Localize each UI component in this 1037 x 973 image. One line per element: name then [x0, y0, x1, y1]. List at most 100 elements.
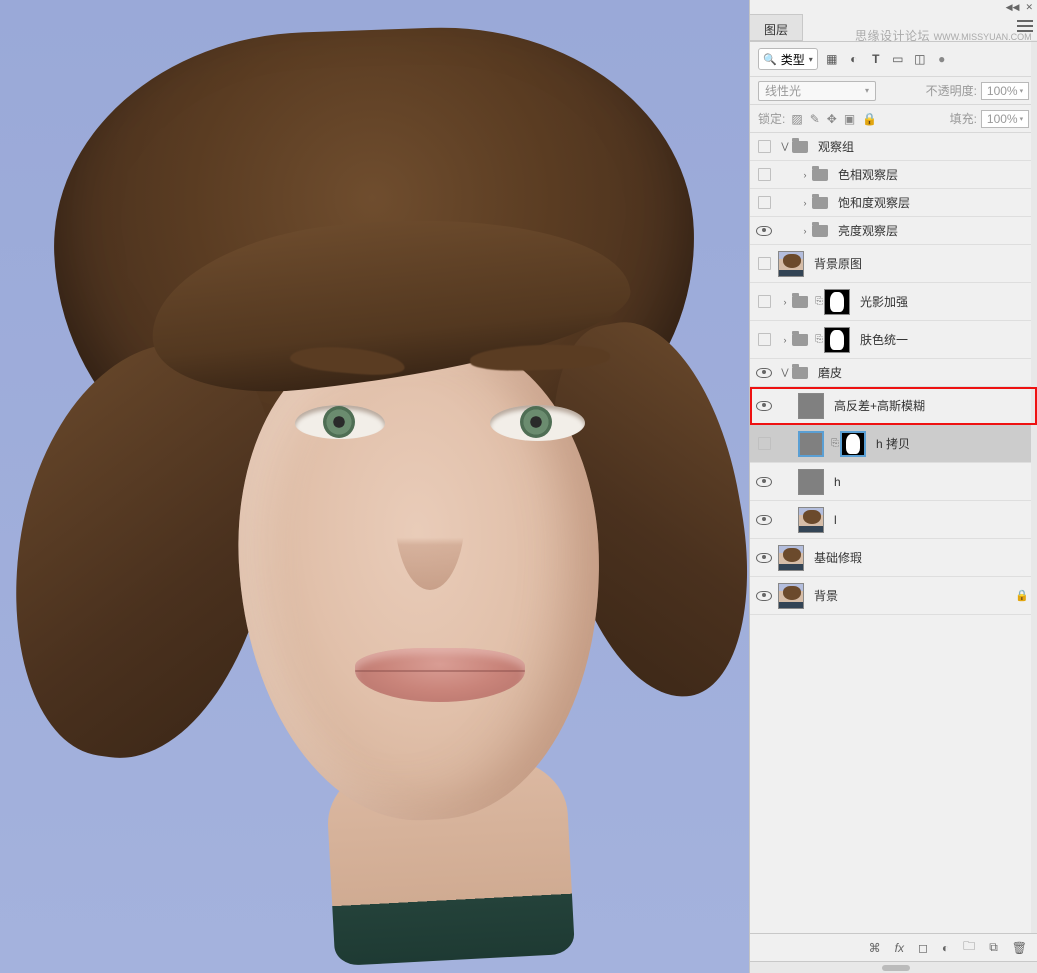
layer-group-smooth[interactable]: ⋁ 磨皮	[750, 359, 1037, 387]
new-layer-icon[interactable]: ⧉	[989, 940, 998, 955]
filter-text-icon[interactable]: T	[868, 51, 884, 67]
expand-icon[interactable]: ›	[778, 297, 792, 307]
eye-icon	[756, 591, 772, 601]
folder-icon	[792, 141, 808, 153]
lock-pixels-icon[interactable]: ▨	[791, 112, 802, 126]
search-icon: 🔍	[763, 53, 777, 66]
folder-icon	[792, 334, 808, 346]
document-canvas[interactable]	[0, 0, 749, 973]
visibility-toggle[interactable]	[750, 477, 778, 487]
panel-menu-icon[interactable]	[1017, 20, 1033, 32]
layers-list: ⋁ 观察组 › 色相观察层 › 饱和度观察层 › 亮度观察层	[750, 133, 1037, 933]
layer-thumbnail[interactable]	[778, 583, 804, 609]
filter-adjustment-icon[interactable]: ◐	[846, 51, 862, 67]
blend-mode-select[interactable]: 线性光 ▾	[758, 81, 876, 101]
folder-icon	[812, 225, 828, 237]
visibility-toggle[interactable]	[758, 196, 771, 209]
expand-icon[interactable]: ⋁	[778, 141, 792, 152]
visibility-toggle[interactable]	[750, 591, 778, 601]
lock-paint-icon[interactable]: ✎	[810, 112, 820, 126]
filter-shape-icon[interactable]: ▭	[890, 51, 906, 67]
filter-type-select[interactable]: 🔍 类型 ▾	[758, 48, 818, 70]
layer-h-copy[interactable]: ⎘ h 拷贝	[750, 425, 1037, 463]
visibility-toggle[interactable]	[750, 368, 778, 378]
eye-icon	[756, 553, 772, 563]
layer-thumbnail[interactable]	[798, 469, 824, 495]
visibility-toggle[interactable]	[758, 168, 771, 181]
layer-thumbnail[interactable]	[778, 251, 804, 277]
layer-h[interactable]: h	[750, 463, 1037, 501]
layer-bg-original[interactable]: 背景原图	[750, 245, 1037, 283]
layer-group-hue[interactable]: › 色相观察层	[750, 161, 1037, 189]
panel-close-icon[interactable]: ✕	[1025, 3, 1033, 12]
layer-background[interactable]: 背景 🔒	[750, 577, 1037, 615]
layer-name: h 拷贝	[876, 435, 910, 452]
panel-collapse-icon[interactable]: ◀◀	[1006, 3, 1020, 12]
folder-icon	[792, 296, 808, 308]
layer-group-luminance[interactable]: › 亮度观察层	[750, 217, 1037, 245]
layer-thumbnail[interactable]	[778, 545, 804, 571]
fill-label: 填充:	[950, 110, 977, 127]
visibility-toggle[interactable]	[750, 401, 778, 411]
layer-name: 光影加强	[860, 293, 908, 310]
expand-icon[interactable]: ⋁	[778, 367, 792, 378]
layer-group-saturation[interactable]: › 饱和度观察层	[750, 189, 1037, 217]
filter-color-icon[interactable]: ●	[934, 51, 950, 67]
fill-input[interactable]: 100%▾	[981, 110, 1029, 128]
layer-thumbnail[interactable]	[798, 507, 824, 533]
visibility-toggle[interactable]	[758, 257, 771, 270]
layer-fix[interactable]: 基础修瑕	[750, 539, 1037, 577]
expand-icon[interactable]: ›	[778, 335, 792, 345]
visibility-toggle[interactable]	[758, 140, 771, 153]
layer-group-light[interactable]: › ⎘ 光影加强	[750, 283, 1037, 321]
expand-icon[interactable]: ›	[798, 226, 812, 236]
filter-image-icon[interactable]: ▦	[824, 51, 840, 67]
layer-group-observe[interactable]: ⋁ 观察组	[750, 133, 1037, 161]
panel-resize-handle[interactable]	[750, 961, 1037, 973]
mask-thumbnail[interactable]	[840, 431, 866, 457]
chevron-down-icon: ▾	[809, 55, 813, 64]
expand-icon[interactable]: ›	[798, 170, 812, 180]
add-mask-icon[interactable]: ◻	[918, 941, 928, 955]
layer-highpass-gauss[interactable]: 高反差+高斯模糊	[750, 387, 1037, 425]
visibility-toggle[interactable]	[750, 226, 778, 236]
lock-all-icon[interactable]: 🔒	[862, 112, 877, 126]
lock-artboard-icon[interactable]: ▣	[844, 112, 855, 126]
opacity-input[interactable]: 100%▾	[981, 82, 1029, 100]
folder-icon	[792, 367, 808, 379]
tab-layers[interactable]: 图层	[750, 14, 803, 41]
visibility-toggle[interactable]	[758, 295, 771, 308]
lock-icon: 🔒	[1015, 589, 1029, 603]
expand-icon[interactable]: ›	[798, 198, 812, 208]
layer-name: 背景	[814, 587, 838, 604]
layer-thumbnail[interactable]	[798, 431, 824, 457]
blend-mode-value: 线性光	[765, 82, 801, 99]
filter-smartobject-icon[interactable]: ◫	[912, 51, 928, 67]
folder-icon	[812, 169, 828, 181]
layer-filter-row: 🔍 类型 ▾ ▦ ◐ T ▭ ◫ ●	[750, 42, 1037, 77]
fx-icon[interactable]: fx	[895, 941, 904, 955]
panel-scrollbar[interactable]	[1031, 40, 1037, 933]
lock-position-icon[interactable]: ✥	[827, 112, 837, 126]
adjustment-layer-icon[interactable]: ◐	[942, 941, 949, 955]
folder-icon	[812, 197, 828, 209]
layer-group-skin[interactable]: › ⎘ 肤色统一	[750, 321, 1037, 359]
new-group-icon[interactable]: 🗀	[963, 937, 975, 958]
eye-icon	[756, 226, 772, 236]
trash-icon[interactable]: 🗑	[1012, 941, 1027, 955]
mask-thumbnail[interactable]	[824, 289, 850, 315]
visibility-toggle[interactable]	[750, 553, 778, 563]
layer-thumbnail[interactable]	[798, 393, 824, 419]
layer-l[interactable]: l	[750, 501, 1037, 539]
mask-thumbnail[interactable]	[824, 327, 850, 353]
visibility-toggle[interactable]	[750, 515, 778, 525]
layer-name: 高反差+高斯模糊	[834, 397, 925, 414]
layer-name: 饱和度观察层	[838, 194, 910, 211]
layer-name: l	[834, 513, 837, 527]
visibility-toggle[interactable]	[758, 333, 771, 346]
lock-row: 锁定: ▨ ✎ ✥ ▣ 🔒 填充: 100%▾	[750, 105, 1037, 133]
layers-panel: ◀◀ ✕ 思缘设计论坛 WWW.MISSYUAN.COM 图层 🔍 类型 ▾ ▦…	[749, 0, 1037, 973]
visibility-toggle[interactable]	[758, 437, 771, 450]
eye-icon	[756, 477, 772, 487]
link-layers-icon[interactable]: ⌘	[869, 941, 881, 955]
